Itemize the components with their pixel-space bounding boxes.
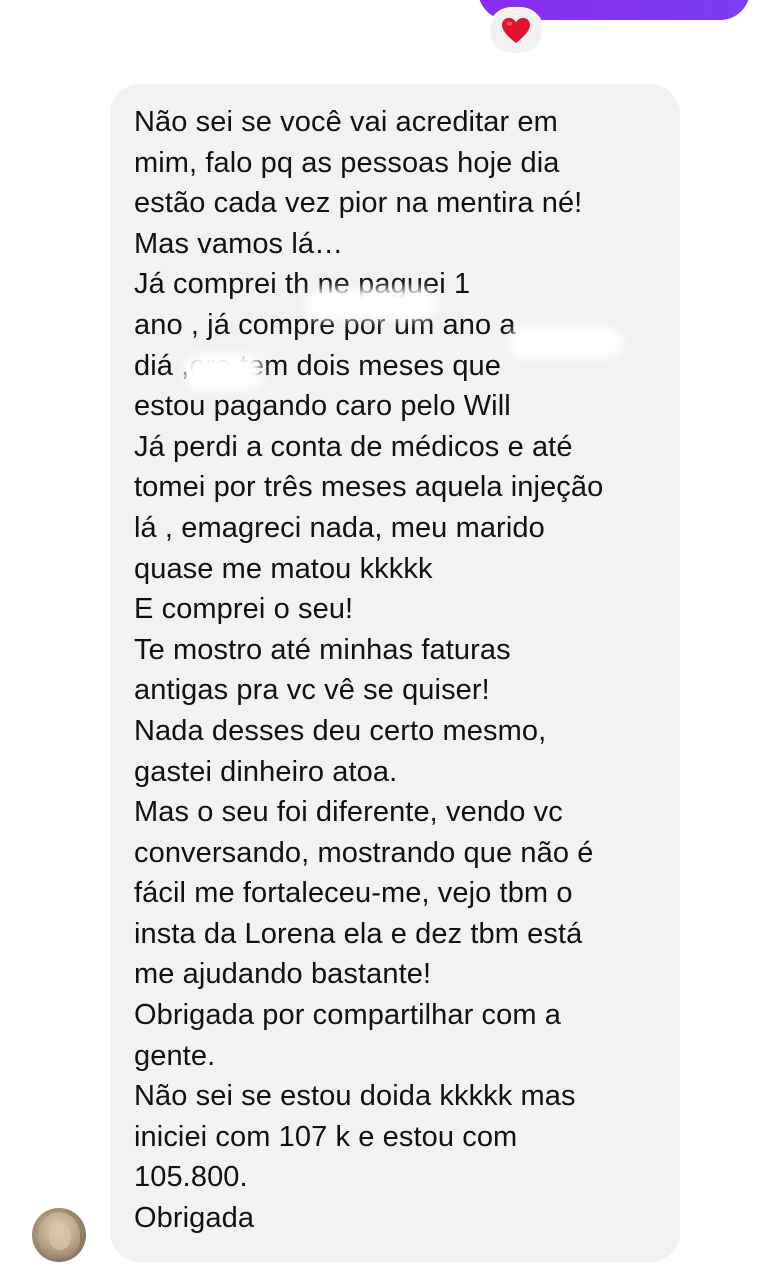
- heart-icon: [502, 17, 530, 44]
- message-line: estão cada vez pior na mentira né!: [134, 187, 583, 220]
- message-line: mim, falo pq as pessoas hoje dia: [134, 146, 560, 179]
- message-line: Não sei se você vai acreditar em: [134, 106, 558, 138]
- message-line: estou pagando caro pelo Will: [134, 390, 511, 423]
- redaction-blur: [510, 328, 622, 358]
- message-line: E comprei o seu!: [134, 593, 354, 626]
- avatar[interactable]: [32, 1208, 86, 1262]
- message-line: 105.800.: [134, 1161, 248, 1194]
- message-line: conversando, mostrando que não é: [134, 836, 594, 869]
- message-line: Te mostro até minhas faturas: [134, 633, 511, 666]
- message-line: Já perdi a conta de médicos e até: [134, 430, 573, 463]
- redaction-blur: [306, 289, 436, 319]
- message-text: Não sei se você vai acreditar em mim, fa…: [134, 102, 660, 1239]
- redaction-blur: [184, 354, 262, 390]
- message-line: Mas o seu foi diferente, vendo vc: [134, 796, 563, 829]
- message-line: iniciei com 107 k e estou com: [134, 1120, 518, 1153]
- message-line: insta da Lorena ela e dez tbm está: [134, 917, 583, 950]
- message-line: Não sei se estou doida kkkkk mas: [134, 1080, 576, 1113]
- message-line: tomei por três meses aquela injeção: [134, 471, 604, 504]
- message-line: Obrigada por compartilhar com a: [134, 999, 562, 1032]
- message-reaction[interactable]: [488, 7, 544, 55]
- chat-screen: Não sei se você vai acreditar em mim, fa…: [0, 0, 768, 1272]
- message-line: Obrigada: [134, 1202, 255, 1235]
- received-message-bubble[interactable]: Não sei se você vai acreditar em mim, fa…: [110, 84, 680, 1262]
- message-line: me ajudando bastante!: [134, 958, 432, 991]
- message-line: Nada desses deu certo mesmo,: [134, 714, 547, 747]
- message-line: gastei dinheiro atoa.: [134, 755, 398, 788]
- message-line: gente.: [134, 1039, 216, 1072]
- message-line: lá , emagreci nada, meu marido: [134, 511, 545, 544]
- message-line: antigas pra vc vê se quiser!: [134, 674, 490, 707]
- message-line: quase me matou kkkkk: [134, 552, 433, 585]
- message-line: Mas vamos lá…: [134, 227, 344, 260]
- message-line: fácil me fortaleceu-me, vejo tbm o: [134, 877, 573, 910]
